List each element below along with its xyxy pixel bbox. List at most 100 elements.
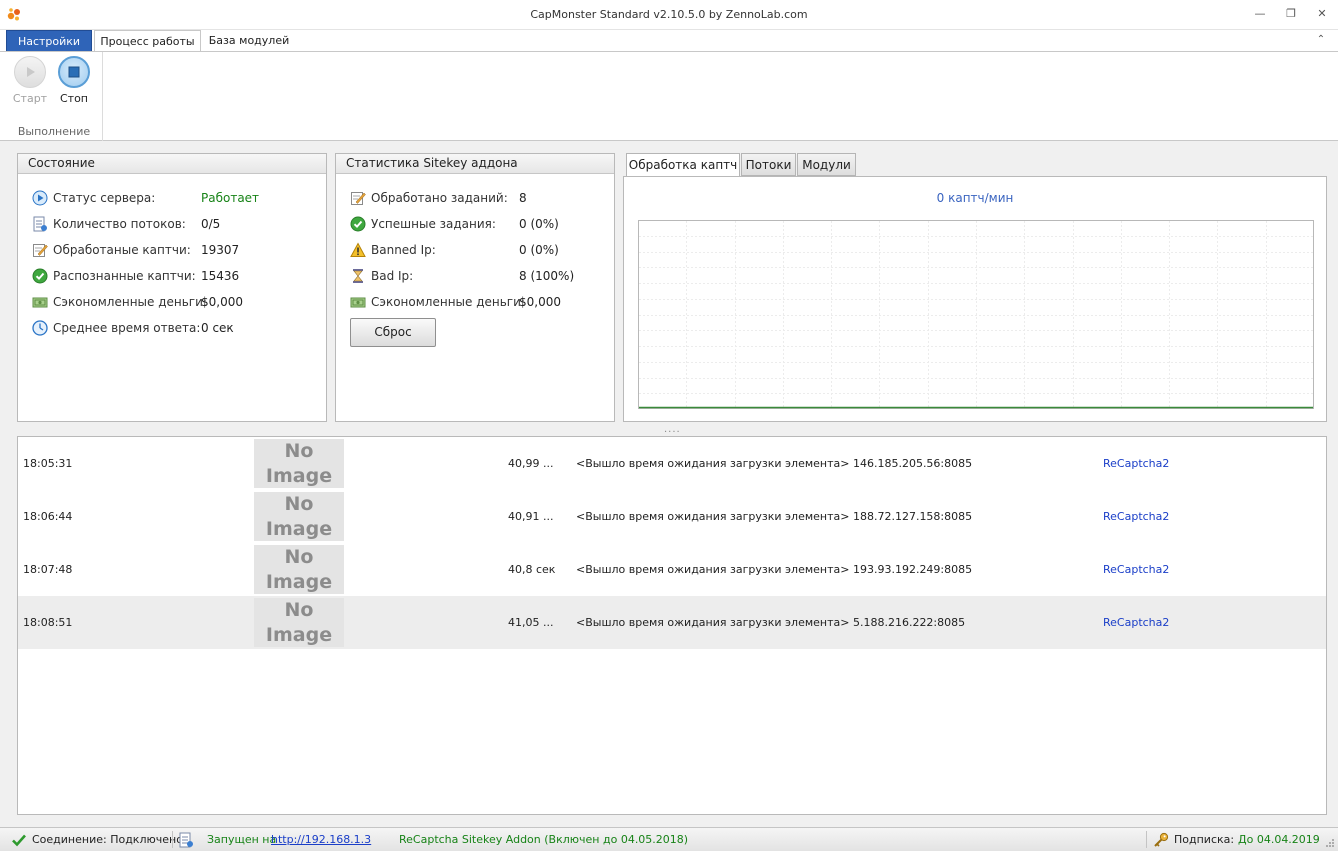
row-label: Успешные задания: — [371, 217, 496, 231]
log-captcha-type[interactable]: ReCaptcha2 — [1103, 616, 1169, 629]
row-label: Banned Ip: — [371, 243, 436, 257]
captcha-image-placeholder: No Image — [254, 598, 344, 647]
saved-money-value: $0,000 — [519, 295, 561, 309]
tab-threads[interactable]: Потоки — [741, 153, 796, 176]
start-button[interactable]: Старт — [10, 56, 50, 105]
status-divider — [1146, 831, 1147, 848]
stop-label: Стоп — [59, 92, 88, 105]
window-title: CapMonster Standard v2.10.5.0 by ZennoLa… — [530, 8, 808, 21]
avg-time-value: 0 сек — [201, 321, 234, 335]
stop-button[interactable]: Стоп — [54, 56, 94, 105]
successful-tasks-value: 0 (0%) — [519, 217, 559, 231]
log-duration: 41,05 ... — [508, 616, 554, 629]
play-icon — [14, 56, 46, 88]
log-duration: 40,91 ... — [508, 510, 554, 523]
stop-icon — [58, 56, 90, 88]
chart-panel: 0 каптч/мин — [623, 176, 1327, 422]
ribbon: Старт Стоп Выполнение — [0, 51, 1338, 141]
chart-title: 0 каптч/мин — [936, 191, 1014, 205]
bad-ip-value: 8 (100%) — [519, 269, 575, 283]
group-label: Выполнение — [17, 125, 91, 138]
tab-process[interactable]: Процесс работы — [94, 30, 201, 52]
processed-value: 19307 — [201, 243, 240, 257]
reset-button[interactable]: Сброс — [350, 318, 436, 347]
panel-title: Состояние — [18, 154, 326, 174]
saved-money-value: $0,000 — [201, 295, 243, 309]
clock-icon — [32, 320, 48, 336]
key-icon — [1154, 832, 1169, 847]
captcha-log-list[interactable]: 18:05:31 No Image 40,99 ... <Вышло время ож… — [17, 436, 1327, 815]
edit-icon — [33, 244, 48, 257]
splitter-handle[interactable]: .... — [664, 424, 681, 435]
threads-value: 0/5 — [201, 217, 221, 231]
minimize-button[interactable]: — — [1250, 6, 1270, 22]
log-captcha-type[interactable]: ReCaptcha2 — [1103, 457, 1169, 470]
log-time: 18:05:31 — [23, 457, 73, 470]
status-bar: Соединение: Подключено Запущен на http:/… — [0, 827, 1338, 851]
play-circle-icon — [32, 190, 48, 206]
log-message: <Вышло время ожидания загрузки элемента>… — [576, 616, 966, 629]
log-message: <Вышло время ожидания загрузки элемента>… — [576, 457, 973, 470]
log-captcha-type[interactable]: ReCaptcha2 — [1103, 510, 1169, 523]
captcha-image-placeholder: No Image — [254, 492, 344, 541]
log-time: 18:07:48 — [23, 563, 73, 576]
log-row[interactable]: 18:08:51 No Image 41,05 ... <Вышло время о… — [18, 596, 1326, 649]
tasks-processed-value: 8 — [519, 191, 527, 205]
tab-settings[interactable]: Настройки — [6, 30, 92, 52]
row-label: Обработаные каптчи: — [53, 243, 191, 257]
check-circle-icon — [32, 268, 48, 284]
banned-ip-value: 0 (0%) — [519, 243, 559, 257]
captcha-image-placeholder: No Image — [254, 439, 344, 488]
log-time: 18:08:51 — [23, 616, 73, 629]
hourglass-icon — [353, 269, 363, 283]
row-label: Распознанные каптчи: — [53, 269, 196, 283]
start-label: Старт — [12, 92, 48, 105]
state-panel: Состояние Статус сервера: Работает Колич… — [17, 153, 327, 422]
tab-modules[interactable]: Модули — [797, 153, 856, 176]
log-duration: 40,99 ... — [508, 457, 554, 470]
subscription-value: До 04.04.2019 — [1238, 833, 1320, 846]
edit-icon — [351, 192, 366, 205]
ribbon-tab-bar: Настройки Процесс работы База модулей ⌃ — [0, 30, 1338, 52]
tab-captcha-processing[interactable]: Обработка каптч — [626, 153, 740, 177]
addon-status: ReCaptcha Sitekey Addon (Включен до 04.0… — [399, 833, 689, 846]
execution-group: Старт Стоп Выполнение — [6, 52, 103, 141]
log-row[interactable]: 18:06:44 No Image 40,91 ... <Вышло время ож… — [18, 490, 1326, 543]
row-label: Количество потоков: — [53, 217, 186, 231]
log-message: <Вышло время ожидания загрузки элемента>… — [576, 563, 973, 576]
money-icon — [350, 297, 366, 308]
checkmark-icon — [12, 834, 26, 847]
log-message: <Вышло время ожидания загрузки элемента>… — [576, 510, 973, 523]
tab-modules-base[interactable]: База модулей — [206, 30, 292, 52]
connection-status: Соединение: Подключено — [32, 833, 183, 846]
check-circle-icon — [350, 216, 366, 232]
threads-icon — [33, 216, 47, 232]
row-label: Среднее время ответа: — [53, 321, 201, 335]
row-label: Обработано заданий: — [371, 191, 508, 205]
sitekey-stats-panel: Статистика Sitekey аддона Обработано зад… — [335, 153, 615, 422]
ribbon-collapse-icon[interactable]: ⌃ — [1314, 33, 1328, 47]
running-on-label: Запущен на — [207, 833, 277, 846]
server-address-link[interactable]: http://192.168.1.3 — [271, 833, 371, 846]
log-duration: 40,8 сек — [508, 563, 556, 576]
status-divider — [172, 831, 173, 848]
subscription-label: Подписка: — [1174, 833, 1235, 846]
money-icon — [32, 297, 48, 308]
captcha-image-placeholder: No Image — [254, 545, 344, 594]
captcha-rate-chart — [638, 220, 1314, 409]
log-row[interactable]: 18:05:31 No Image 40,99 ... <Вышло время ож… — [18, 437, 1326, 490]
restore-button[interactable]: ❐ — [1281, 6, 1301, 22]
server-icon — [179, 832, 193, 848]
row-label: Сэкономленные деньги: — [371, 295, 525, 309]
warning-icon — [350, 242, 366, 257]
log-row[interactable]: 18:07:48 No Image 40,8 сек <Вышло время ожи… — [18, 543, 1326, 596]
log-time: 18:06:44 — [23, 510, 73, 523]
row-label: Bad Ip: — [371, 269, 414, 283]
log-captcha-type[interactable]: ReCaptcha2 — [1103, 563, 1169, 576]
title-bar: CapMonster Standard v2.10.5.0 by ZennoLa… — [0, 0, 1338, 30]
resize-grip-icon[interactable] — [1325, 838, 1335, 848]
row-label: Сэкономленные деньги: — [53, 295, 207, 309]
row-label: Статус сервера: — [53, 191, 156, 205]
panel-title: Статистика Sitekey аддона — [336, 154, 614, 174]
close-button[interactable]: ✕ — [1312, 6, 1332, 22]
